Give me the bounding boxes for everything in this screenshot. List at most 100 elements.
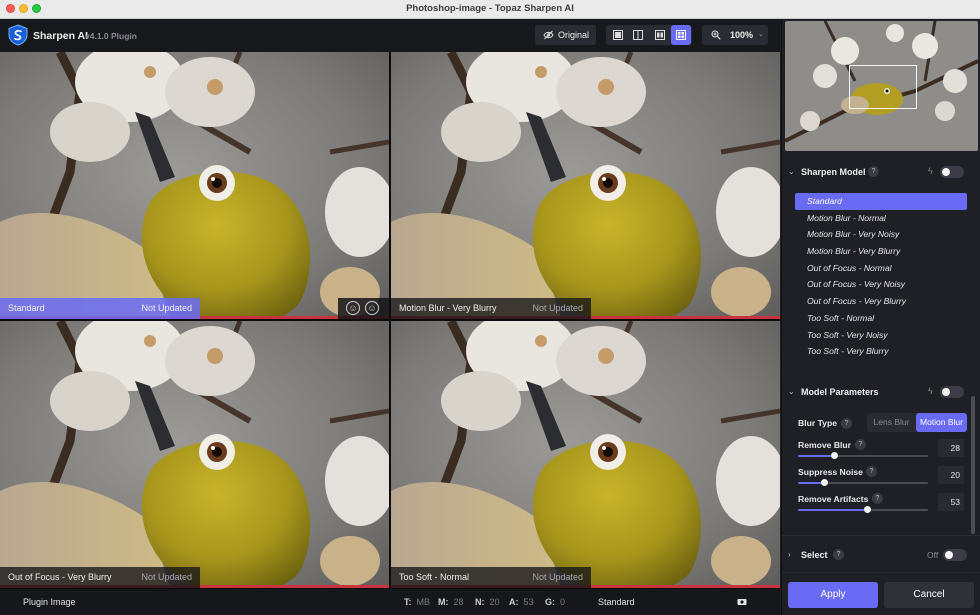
window-titlebar: Photoshop-image - Topaz Sharpen AI	[0, 0, 980, 19]
preview-model-name: Too Soft - Normal	[399, 572, 470, 582]
remove-blur-slider[interactable]	[798, 452, 928, 459]
model-item-out-of-focus-very-noisy[interactable]: Out of Focus - Very Noisy	[795, 276, 967, 293]
zoom-value: 100%	[730, 30, 754, 40]
navigator-viewport[interactable]	[849, 65, 917, 109]
chevron-down-icon: ⌄	[788, 387, 795, 396]
select-state-label: Off	[927, 550, 939, 560]
slider-knob[interactable]	[863, 506, 871, 513]
suppress-noise-label: Suppress Noise	[798, 467, 863, 477]
preview-camera-icon[interactable]	[737, 598, 747, 606]
source-label: Plugin Image	[23, 597, 76, 607]
help-icon[interactable]: ?	[841, 418, 852, 429]
remove-artifacts-value[interactable]: 53	[938, 493, 964, 511]
suppress-noise-slider[interactable]	[798, 479, 928, 486]
slider-fill	[798, 455, 835, 457]
preview-pane-3[interactable]: Out of Focus - Very Blurry Not Updated	[0, 321, 389, 588]
slider-fill	[798, 509, 867, 511]
original-label: Original	[558, 30, 590, 40]
model-item-motion-blur-very-noisy[interactable]: Motion Blur - Very Noisy	[795, 226, 967, 243]
sharpen-model-title: Sharpen Model	[801, 167, 866, 177]
original-toggle-button[interactable]: Original	[535, 25, 596, 45]
model-item-out-of-focus-normal[interactable]: Out of Focus - Normal	[795, 260, 967, 277]
app-name: Sharpen AI	[33, 30, 89, 42]
select-toggle[interactable]	[943, 549, 967, 561]
remove-blur-value[interactable]: 28	[938, 439, 964, 457]
cancel-button[interactable]: Cancel	[884, 582, 974, 608]
split-view-button[interactable]	[628, 25, 648, 45]
slider-knob[interactable]	[831, 452, 839, 459]
eye-off-icon	[543, 30, 554, 40]
model-parameters-header[interactable]: ⌄ Model Parameters ϟ	[782, 385, 980, 401]
zoom-dropdown[interactable]: 100% ⌄	[702, 25, 768, 45]
chevron-right-icon: ›	[788, 550, 791, 559]
help-icon[interactable]: ?	[855, 439, 866, 450]
blur-type-label: Blur Type	[798, 418, 837, 428]
neutral-face-icon[interactable]: ☺	[365, 301, 379, 315]
side-by-side-view-icon	[655, 30, 665, 40]
slider-knob[interactable]	[821, 479, 828, 486]
preview-grid: Standard Not Updated ☺ ☺ Motion Blur - V…	[0, 52, 780, 589]
auto-parameters-toggle[interactable]	[940, 386, 964, 398]
bird-photo-image	[391, 321, 780, 588]
stat-g: G: 0	[545, 597, 566, 607]
preview-model-name: Out of Focus - Very Blurry	[8, 572, 112, 582]
apply-button[interactable]: Apply	[788, 582, 878, 608]
side-by-side-view-button[interactable]	[650, 25, 670, 45]
split-view-icon	[633, 30, 643, 40]
settings-panel: ⌄ Sharpen Model ? ϟ Standard Motion Blur…	[781, 19, 980, 615]
status-bar: Plugin Image T: MB M: 28 N: 20 A: 53 G: 0 Sta…	[0, 589, 780, 615]
bird-photo-image	[0, 321, 389, 588]
stat-remove-blur: M: 28	[438, 597, 464, 607]
model-item-out-of-focus-very-blurry[interactable]: Out of Focus - Very Blurry	[795, 293, 967, 310]
preview-status: Not Updated	[141, 303, 192, 313]
remove-artifacts-slider[interactable]	[798, 506, 928, 513]
preview-status: Not Updated	[141, 572, 192, 582]
preview-caption: Motion Blur - Very Blurry Not Updated	[391, 298, 591, 319]
sharpen-ai-logo-icon	[8, 24, 28, 46]
rating-controls: ☺ ☺	[338, 298, 389, 319]
lightning-icon: ϟ	[928, 166, 933, 176]
single-view-icon	[613, 30, 623, 40]
single-view-button[interactable]	[608, 25, 628, 45]
lightning-icon: ϟ	[928, 386, 933, 396]
sharpen-model-header[interactable]: ⌄ Sharpen Model ? ϟ	[782, 165, 980, 181]
chevron-down-icon: ⌄	[758, 31, 764, 38]
auto-model-toggle[interactable]	[940, 166, 964, 178]
motion-blur-option[interactable]: Motion Blur	[916, 413, 967, 432]
quad-view-icon	[676, 30, 686, 40]
remove-blur-label: Remove Blur	[798, 440, 852, 450]
model-item-too-soft-very-noisy[interactable]: Too Soft - Very Noisy	[795, 327, 967, 344]
preview-status: Not Updated	[532, 303, 583, 313]
preview-pane-4[interactable]: Too Soft - Normal Not Updated	[391, 321, 780, 588]
section-divider	[782, 535, 980, 536]
preview-pane-2[interactable]: Motion Blur - Very Blurry Not Updated	[391, 52, 780, 319]
model-item-motion-blur-very-blurry[interactable]: Motion Blur - Very Blurry	[795, 243, 967, 260]
model-parameters-title: Model Parameters	[801, 387, 879, 397]
quad-view-button[interactable]	[671, 25, 691, 45]
select-header[interactable]: › Select ?	[782, 548, 980, 564]
blur-type-segmented-control: Lens Blur Motion Blur	[867, 413, 967, 432]
model-item-motion-blur-normal[interactable]: Motion Blur - Normal	[795, 210, 967, 227]
happy-face-icon[interactable]: ☺	[346, 301, 360, 315]
preview-model-name: Motion Blur - Very Blurry	[399, 303, 497, 313]
help-icon[interactable]: ?	[866, 466, 877, 477]
preview-caption: Too Soft - Normal Not Updated	[391, 567, 591, 588]
preview-caption: Out of Focus - Very Blurry Not Updated	[0, 567, 200, 588]
lens-blur-option[interactable]: Lens Blur	[867, 413, 916, 432]
preview-pane-1[interactable]: Standard Not Updated ☺ ☺	[0, 52, 389, 319]
app-toolbar: Sharpen AI v4.1.0 Plugin Original 100% ⌄	[0, 19, 780, 52]
help-icon[interactable]: ?	[868, 166, 879, 177]
navigator-thumbnail[interactable]	[785, 21, 978, 151]
zoom-magnifier-icon	[711, 30, 721, 40]
section-divider	[782, 572, 980, 573]
help-icon[interactable]: ?	[833, 549, 844, 560]
model-item-standard[interactable]: Standard	[795, 193, 967, 210]
suppress-noise-value[interactable]: 20	[938, 466, 964, 484]
help-icon[interactable]: ?	[872, 493, 883, 504]
app-version: v4.1.0 Plugin	[85, 31, 137, 41]
panel-scrollbar[interactable]	[971, 396, 975, 534]
preview-status: Not Updated	[532, 572, 583, 582]
bird-photo-image	[391, 52, 780, 319]
model-item-too-soft-normal[interactable]: Too Soft - Normal	[795, 310, 967, 327]
model-item-too-soft-very-blurry[interactable]: Too Soft - Very Blurry	[795, 343, 967, 360]
